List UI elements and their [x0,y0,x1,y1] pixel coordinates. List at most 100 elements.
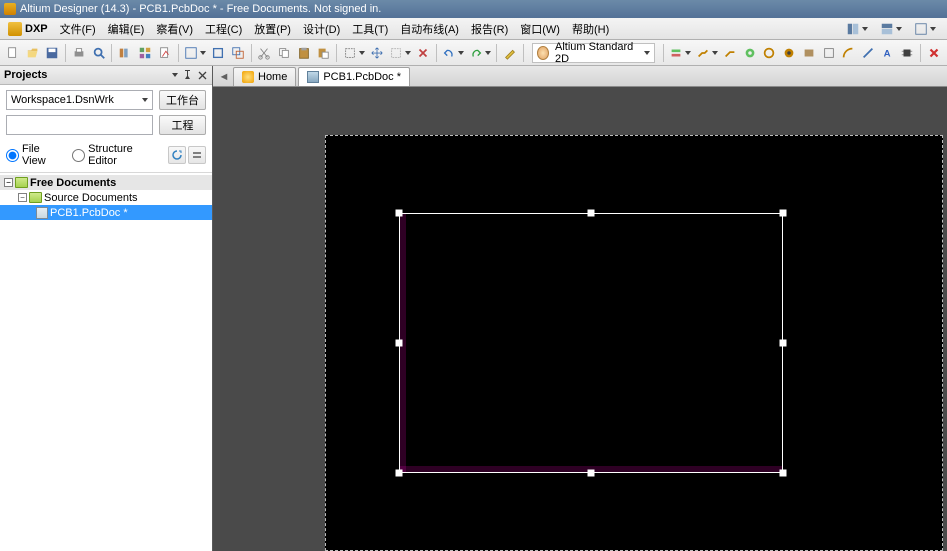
menu-view[interactable]: 察看(V) [150,19,199,39]
workspace-value: Workspace1.DsnWrk [11,94,114,106]
tab-prev-button[interactable]: ◄ [217,68,231,86]
selection-handle[interactable] [396,210,403,217]
dxp-label: DXP [25,23,48,35]
titlebar: Altium Designer (14.3) - PCB1.PcbDoc * -… [0,0,947,18]
tab-pcb-doc[interactable]: PCB1.PcbDoc * [298,67,410,86]
collapse-icon[interactable]: − [18,193,27,202]
fill-button[interactable] [800,43,818,63]
menu-project[interactable]: 工程(C) [199,19,248,39]
layout-toggle-2[interactable] [877,19,905,39]
selection-handle[interactable] [396,340,403,347]
open-button[interactable] [24,43,42,63]
tree-source-documents[interactable]: − Source Documents [0,190,212,205]
tree-pcb-doc[interactable]: PCB1.PcbDoc * [0,205,212,220]
delete-button[interactable] [925,43,943,63]
zoom-sel-button[interactable] [229,43,247,63]
workspace-combo[interactable]: Workspace1.DsnWrk [6,90,153,110]
project-tree: − Free Documents − Source Documents PCB1… [0,173,212,551]
view-mode-label: Altium Standard 2D [555,41,636,65]
project-combo[interactable] [6,115,153,135]
selection-handle[interactable] [588,210,595,217]
folder-icon [15,177,28,188]
components-button[interactable] [136,43,154,63]
zoom-fit-button[interactable] [209,43,227,63]
panel-opts-icon[interactable] [188,146,206,164]
toolbar: Altium Standard 2D A [0,40,947,66]
editor-area: ◄ Home PCB1.PcbDoc * [213,66,947,551]
select-button[interactable] [341,43,366,63]
project-button[interactable]: 工程 [159,115,206,135]
region-button[interactable] [820,43,838,63]
cross-probe-button[interactable] [501,43,519,63]
line-button[interactable] [859,43,877,63]
svg-text:A: A [883,48,890,59]
doc-open-button[interactable] [156,43,174,63]
new-button[interactable] [4,43,22,63]
panel-menu-icon[interactable] [172,73,178,77]
refresh-icon[interactable] [168,146,186,164]
selection-handle[interactable] [780,470,787,477]
track-2-button[interactable] [721,43,739,63]
selection-handle[interactable] [588,470,595,477]
layout-toggle-3[interactable] [911,19,939,39]
file-view-radio[interactable]: File View [6,143,62,167]
lib-button[interactable] [116,43,134,63]
selection-rect[interactable] [399,213,783,473]
menu-help[interactable]: 帮助(H) [566,19,615,39]
layout-toggle-1[interactable] [843,19,871,39]
menubar: DXP 文件(F) 编辑(E) 察看(V) 工程(C) 放置(P) 设计(D) … [0,18,947,40]
home-icon [242,71,254,83]
board-region [325,135,943,551]
cut-button[interactable] [255,43,273,63]
paste-special-button[interactable] [315,43,333,63]
menu-design[interactable]: 设计(D) [297,19,346,39]
selection-handle[interactable] [396,470,403,477]
tree-free-documents[interactable]: − Free Documents [0,175,212,190]
layer-pair-button[interactable] [668,43,693,63]
menu-edit[interactable]: 编辑(E) [102,19,151,39]
tab-home[interactable]: Home [233,67,296,86]
pcb-canvas[interactable] [213,87,947,551]
menu-file[interactable]: 文件(F) [54,19,102,39]
app-icon [4,3,16,15]
menu-autoroute[interactable]: 自动布线(A) [394,19,465,39]
menu-report[interactable]: 报告(R) [465,19,514,39]
structure-editor-radio[interactable]: Structure Editor [72,143,158,167]
save-button[interactable] [43,43,61,63]
projects-title: Projects [4,69,47,81]
clear-button[interactable] [414,43,432,63]
collapse-icon[interactable]: − [4,178,13,187]
zoom-area-button[interactable] [182,43,207,63]
deselect-button[interactable] [388,43,413,63]
document-tabs: ◄ Home PCB1.PcbDoc * [213,66,947,87]
selection-handle[interactable] [780,210,787,217]
via-1-button[interactable] [741,43,759,63]
menu-place[interactable]: 放置(P) [248,19,297,39]
via-2-button[interactable] [761,43,779,63]
redo-button[interactable] [468,43,493,63]
pad-button[interactable] [780,43,798,63]
string-button[interactable]: A [879,43,897,63]
pin-icon[interactable] [182,70,193,81]
move-button[interactable] [368,43,386,63]
preview-button[interactable] [90,43,108,63]
paste-button[interactable] [295,43,313,63]
pcb-icon [307,71,319,83]
component-button[interactable] [899,43,917,63]
arc-button[interactable] [839,43,857,63]
workspace-button[interactable]: 工作台 [159,90,206,110]
track-button[interactable] [694,43,719,63]
projects-panel: Projects Workspace1.DsnWrk 工作台 工程 File V… [0,66,213,551]
menu-window[interactable]: 窗口(W) [514,19,566,39]
pcb-doc-icon [36,207,48,219]
print-button[interactable] [70,43,88,63]
view-mode-combo[interactable]: Altium Standard 2D [532,43,655,63]
selection-handle[interactable] [780,340,787,347]
copy-button[interactable] [275,43,293,63]
undo-button[interactable] [441,43,466,63]
close-panel-icon[interactable] [197,70,208,81]
dxp-icon [8,22,22,36]
title-text: Altium Designer (14.3) - PCB1.PcbDoc * -… [20,3,381,15]
menu-tools[interactable]: 工具(T) [346,19,394,39]
dxp-menu[interactable]: DXP [2,22,54,36]
